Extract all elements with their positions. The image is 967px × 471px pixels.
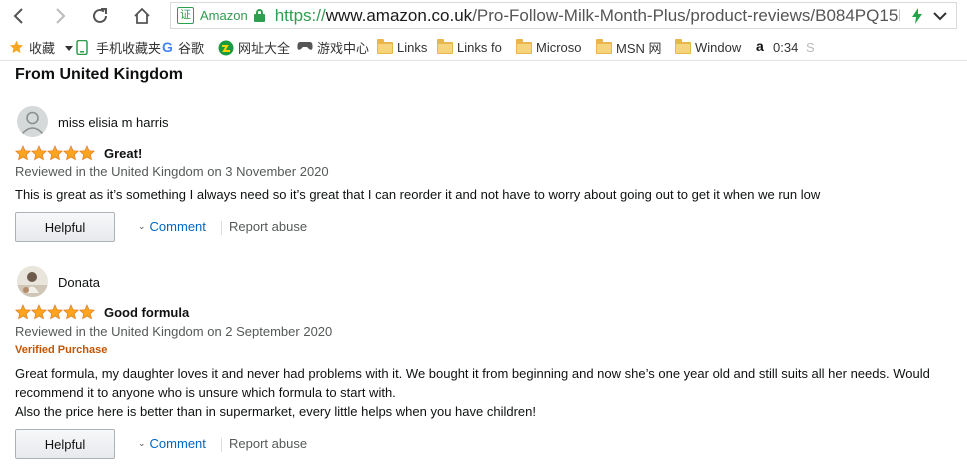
folder-icon: [516, 39, 532, 54]
certificate-icon: 证: [177, 7, 194, 24]
chevron-down-icon: ⌄: [138, 438, 146, 448]
star-icon: [31, 145, 47, 161]
lock-icon: [253, 9, 265, 22]
chevron-down-icon: ⌄: [138, 221, 146, 231]
bookmark-truncated[interactable]: S: [806, 38, 815, 56]
bookmark-google[interactable]: G 谷歌: [162, 38, 204, 56]
section-title: From United Kingdom: [15, 66, 183, 83]
helpful-button[interactable]: Helpful: [15, 429, 115, 459]
star-rating[interactable]: [15, 145, 95, 161]
review-paragraph: Also the price here is better than in su…: [15, 404, 536, 419]
caret-down-icon[interactable]: [65, 40, 74, 55]
star-icon: [47, 145, 63, 161]
gamepad-icon: [297, 40, 313, 54]
bookmark-folder-links[interactable]: Links: [377, 38, 427, 56]
bookmark-mobile[interactable]: 手机收藏夹: [76, 38, 161, 56]
arrow-right-icon: [52, 7, 68, 25]
url-text[interactable]: https://www.amazon.co.uk/Pro-Follow-Milk…: [275, 6, 956, 26]
amazon-icon: a: [756, 38, 764, 54]
bookmark-folder-windows[interactable]: Window: [675, 38, 741, 56]
google-icon: G: [162, 39, 173, 55]
comment-link[interactable]: ⌄ Comment: [138, 436, 206, 451]
star-icon: [63, 145, 79, 161]
folder-icon: [377, 39, 393, 54]
star-icon: [15, 304, 31, 320]
star-icon: [79, 304, 95, 320]
star-icon: [15, 145, 31, 161]
address-bar[interactable]: 证 Amazon https://www.amazon.co.uk/Pro-Fo…: [170, 2, 957, 29]
reviewer-name[interactable]: miss elisia m harris: [58, 115, 169, 130]
folder-icon: [437, 39, 453, 54]
directory-icon: [218, 40, 234, 56]
review-title[interactable]: Good formula: [104, 305, 189, 320]
review-body: This is great as it’s something I always…: [15, 185, 963, 204]
reload-button[interactable]: [86, 2, 114, 30]
star-icon: [63, 304, 79, 320]
phone-icon: [76, 39, 92, 56]
report-abuse-link[interactable]: Report abuse: [229, 219, 307, 234]
bookmark-games[interactable]: 游戏中心: [297, 38, 369, 56]
folder-icon: [596, 39, 612, 54]
review-date: Reviewed in the United Kingdom on 2 Sept…: [15, 324, 333, 339]
review-title[interactable]: Great!: [104, 146, 142, 161]
reload-icon: [90, 6, 110, 26]
site-security-badge[interactable]: 证 Amazon: [171, 3, 265, 28]
avatar[interactable]: [17, 266, 48, 297]
chevron-down-icon[interactable]: [928, 5, 952, 27]
back-button[interactable]: [5, 2, 33, 30]
browser-toolbar: 证 Amazon https://www.amazon.co.uk/Pro-Fo…: [0, 0, 967, 32]
bookmark-amazon[interactable]: a 0:34: [756, 38, 798, 56]
review-body: Great formula, my daughter loves it and …: [15, 364, 963, 421]
folder-icon: [675, 39, 691, 54]
star-icon: [9, 40, 25, 54]
home-icon: [132, 6, 152, 26]
lightning-icon[interactable]: [906, 5, 928, 27]
star-icon: [47, 304, 63, 320]
link-divider: [221, 221, 222, 235]
star-icon: [79, 145, 95, 161]
review-date: Reviewed in the United Kingdom on 3 Nove…: [15, 164, 329, 179]
bookmark-folder-links-for[interactable]: Links fo: [437, 38, 502, 56]
comment-link[interactable]: ⌄ Comment: [138, 219, 206, 234]
helpful-button[interactable]: Helpful: [15, 212, 115, 242]
avatar[interactable]: [17, 106, 48, 137]
link-divider: [221, 438, 222, 452]
star-icon: [31, 304, 47, 320]
review-paragraph: Great formula, my daughter loves it and …: [15, 366, 930, 400]
reviewer-name[interactable]: Donata: [58, 275, 100, 290]
verified-purchase-badge: Verified Purchase: [15, 344, 108, 356]
bookmarks-bar: 收藏 手机收藏夹 G 谷歌 网址大全 游戏中心 Links Links fo M…: [0, 33, 967, 61]
forward-button[interactable]: [46, 2, 74, 30]
star-rating[interactable]: [15, 304, 95, 320]
site-name: Amazon: [200, 8, 248, 23]
arrow-left-icon: [11, 7, 27, 25]
review-paragraph: This is great as it’s something I always…: [15, 187, 821, 202]
bookmark-folder-msn[interactable]: MSN 网: [596, 38, 662, 56]
report-abuse-link[interactable]: Report abuse: [229, 436, 307, 451]
bookmark-folder-microsoft[interactable]: Microso: [516, 38, 582, 56]
home-button[interactable]: [128, 2, 156, 30]
bookmark-directory[interactable]: 网址大全: [218, 38, 290, 56]
bookmark-favorites[interactable]: 收藏: [9, 38, 74, 56]
